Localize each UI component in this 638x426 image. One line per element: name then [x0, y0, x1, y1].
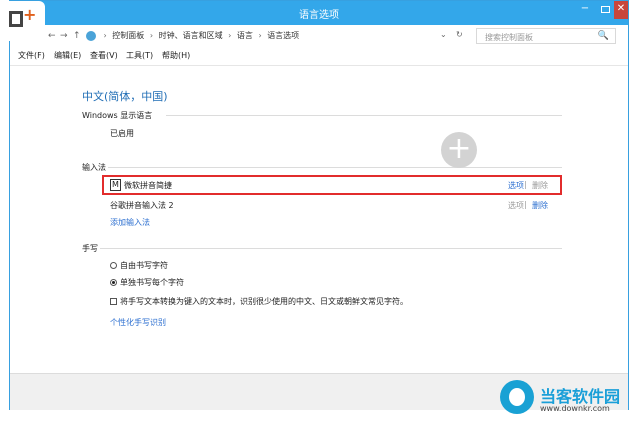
- handwriting-heading: 手写: [82, 244, 98, 253]
- add-ime-link[interactable]: 添加输入法: [110, 217, 150, 228]
- link-separator: |: [524, 200, 527, 209]
- ime-options-link[interactable]: 选项: [508, 180, 524, 191]
- divider: [108, 167, 562, 168]
- control-panel-icon: [86, 30, 96, 41]
- menu-help[interactable]: 帮助(H): [162, 50, 190, 61]
- radio-single-char-label[interactable]: 单独书写每个字符: [120, 277, 184, 288]
- radio-single-char[interactable]: [110, 279, 117, 286]
- app-badge: +: [1, 1, 45, 41]
- refresh-icon[interactable]: ↻: [456, 30, 463, 39]
- breadcrumb: › 控制面板 › 时钟、语言和区域 › 语言 › 语言选项: [86, 30, 299, 41]
- address-dropdown-icon[interactable]: ⌄: [440, 30, 447, 39]
- link-separator: |: [524, 180, 527, 189]
- minimize-button[interactable]: −: [576, 1, 594, 19]
- menu-bar: 文件(F) 编辑(E) 查看(V) 工具(T) 帮助(H): [10, 49, 628, 63]
- address-bar: ← → ↑ › 控制面板 › 时钟、语言和区域 › 语言 › 语言选项 ⌄ ↻ …: [10, 25, 628, 49]
- watermark-url: www.downkr.com: [540, 404, 610, 413]
- maximize-button[interactable]: [596, 1, 614, 19]
- rare-chars-checkbox[interactable]: [110, 298, 117, 305]
- radio-freeform-label[interactable]: 自由书写字符: [120, 260, 168, 271]
- ime-name: 谷歌拼音输入法 2: [110, 201, 174, 210]
- language-title: 中文(简体，中国): [82, 90, 168, 103]
- back-button[interactable]: ←: [48, 31, 56, 41]
- menu-file[interactable]: 文件(F): [18, 50, 45, 61]
- ime-heading: 输入法: [82, 163, 106, 172]
- ime-name: 微软拼音简捷: [124, 181, 172, 190]
- display-language-heading: Windows 显示语言: [82, 111, 153, 120]
- personalize-handwriting-link[interactable]: 个性化手写识别: [110, 317, 166, 328]
- window-title: 语言选项: [299, 10, 339, 21]
- ime-remove-link[interactable]: 删除: [532, 200, 548, 211]
- ime-row-selected[interactable]: M 微软拼音简捷 选项 | 删除: [102, 175, 562, 195]
- language-options-window: 语言选项 − ✕ ← → ↑ › 控制面板 › 时钟、语言和区域 › 语言 › …: [9, 0, 629, 410]
- breadcrumb-control-panel[interactable]: 控制面板: [112, 31, 144, 40]
- ime-remove-link-disabled: 删除: [532, 181, 548, 190]
- menu-edit[interactable]: 编辑(E): [54, 50, 81, 61]
- divider: [166, 115, 562, 116]
- main-content: 中文(简体，中国) Windows 显示语言 已启用 输入法 M 微软拼音简捷 …: [10, 65, 628, 374]
- forward-button[interactable]: →: [60, 31, 68, 41]
- close-button[interactable]: ✕: [614, 1, 628, 19]
- maximize-icon: [600, 6, 610, 13]
- radio-freeform[interactable]: [110, 262, 117, 269]
- title-bar[interactable]: 语言选项 − ✕: [10, 1, 628, 25]
- add-icon: +: [23, 5, 37, 24]
- up-button[interactable]: ↑: [73, 31, 81, 41]
- rare-chars-checkbox-label[interactable]: 将手写文本转换为键入的文本时，识别很少使用的中文、日文或朝鲜文常见字符。: [120, 296, 408, 307]
- footer-bar: [10, 373, 628, 410]
- breadcrumb-language[interactable]: 语言: [237, 31, 253, 40]
- search-icon[interactable]: 🔍: [598, 31, 609, 41]
- display-language-status: 已启用: [110, 129, 134, 138]
- breadcrumb-clock-language-region[interactable]: 时钟、语言和区域: [159, 31, 223, 40]
- menu-tools[interactable]: 工具(T): [126, 50, 153, 61]
- search-placeholder: 搜索控制面板: [485, 33, 533, 42]
- menu-view[interactable]: 查看(V): [90, 50, 118, 61]
- ime-m-icon: M: [110, 179, 121, 191]
- add-overlay-button[interactable]: +: [441, 132, 477, 168]
- watermark-logo-inner: [509, 388, 525, 406]
- search-input[interactable]: 搜索控制面板 🔍: [476, 28, 616, 44]
- divider: [100, 248, 562, 249]
- window-icon: [9, 11, 23, 27]
- breadcrumb-language-options[interactable]: 语言选项: [267, 31, 299, 40]
- ime-options-link-disabled: 选项: [508, 201, 524, 210]
